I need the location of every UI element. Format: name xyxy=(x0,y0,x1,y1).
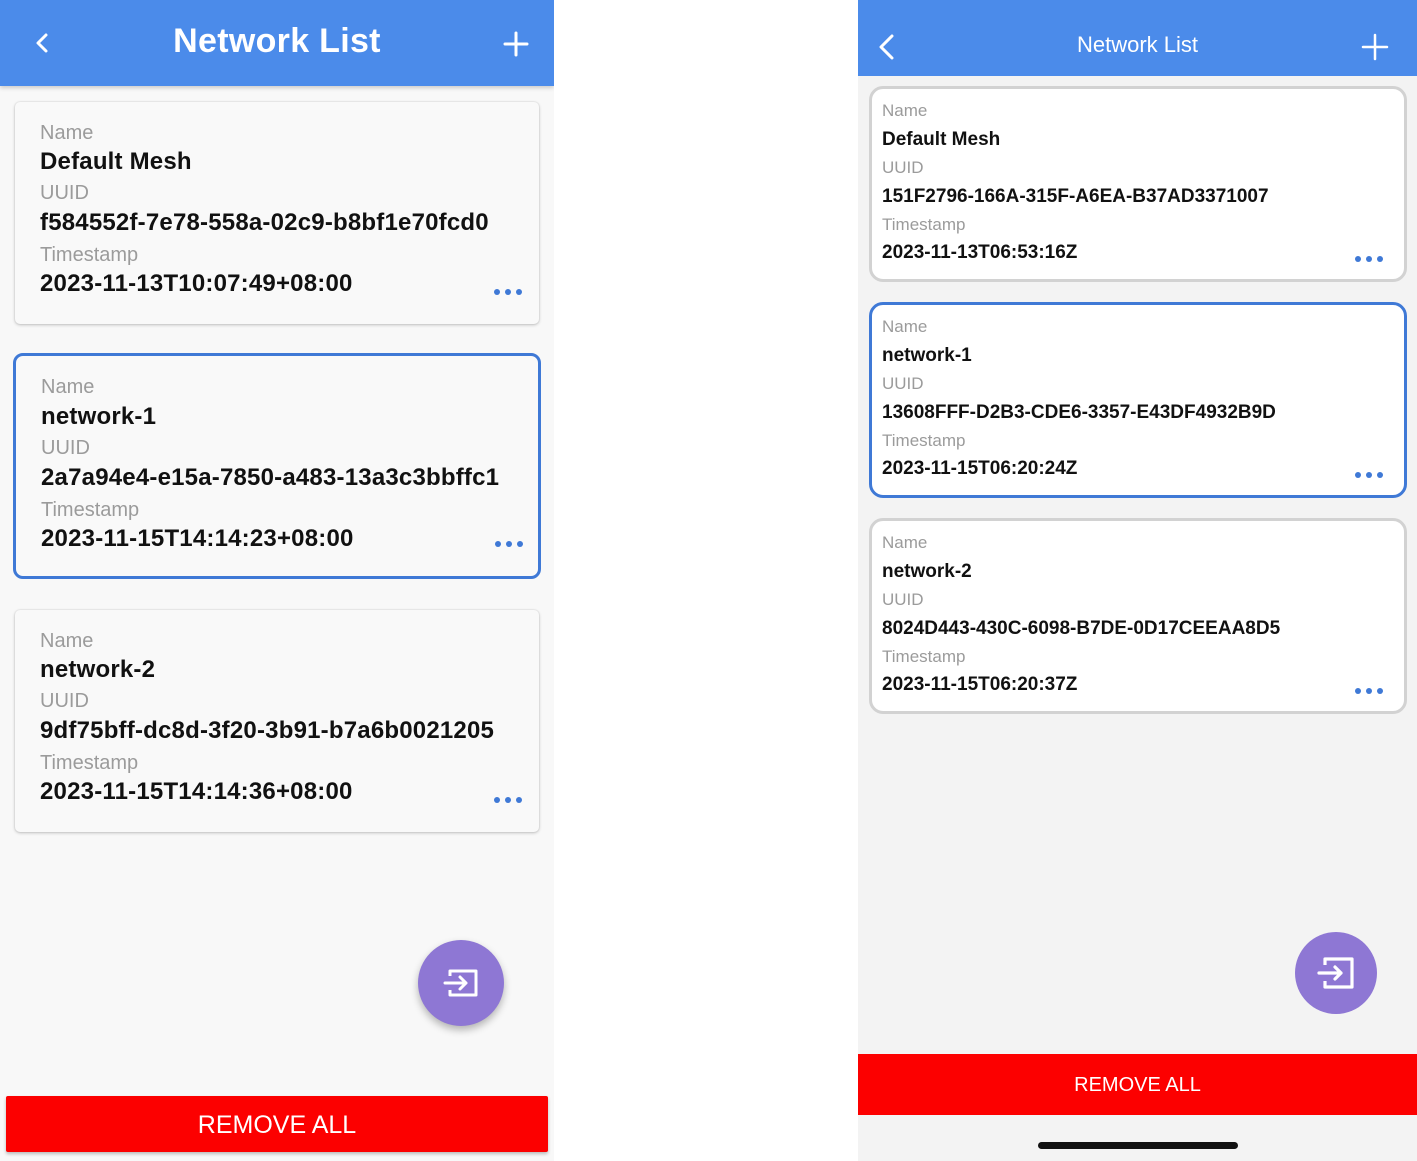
network-card[interactable]: Name network-2 UUID 9df75bff-dc8d-3f20-3… xyxy=(15,610,539,832)
uuid-label: UUID xyxy=(882,374,924,393)
network-timestamp: 2023-11-15T06:20:24Z xyxy=(882,458,1078,479)
network-uuid: 151F2796-166A-315F-A6EA-B37AD3371007 xyxy=(882,186,1269,207)
network-uuid: 2a7a94e4-e15a-7850-a483-13a3c3bbffc1 xyxy=(41,464,500,491)
network-card[interactable]: Name Default Mesh UUID f584552f-7e78-558… xyxy=(15,102,539,324)
network-name: Default Mesh xyxy=(40,148,192,175)
network-timestamp: 2023-11-15T14:14:36+08:00 xyxy=(40,778,353,805)
network-uuid: 8024D443-430C-6098-B7DE-0D17CEEAA8D5 xyxy=(882,618,1281,639)
plus-icon[interactable] xyxy=(1358,30,1392,64)
name-label: Name xyxy=(882,533,928,552)
network-name: network-1 xyxy=(882,345,972,366)
import-button[interactable] xyxy=(1295,932,1377,1014)
page-title: Network List xyxy=(173,22,381,60)
network-timestamp: 2023-11-15T14:14:23+08:00 xyxy=(41,525,354,552)
timestamp-label: Timestamp xyxy=(882,431,966,450)
home-indicator[interactable] xyxy=(1038,1142,1238,1149)
name-label: Name xyxy=(40,630,94,652)
network-uuid: 9df75bff-dc8d-3f20-3b91-b7a6b0021205 xyxy=(40,717,495,744)
network-name: Default Mesh xyxy=(882,129,1001,150)
timestamp-label: Timestamp xyxy=(40,752,139,774)
name-label: Name xyxy=(882,101,928,120)
timestamp-label: Timestamp xyxy=(40,244,139,266)
uuid-label: UUID xyxy=(882,158,924,177)
more-options-icon[interactable] xyxy=(494,537,524,551)
more-options-icon[interactable] xyxy=(1354,468,1384,482)
remove-all-button[interactable]: REMOVE ALL xyxy=(6,1096,548,1152)
network-uuid: 13608FFF-D2B3-CDE6-3357-E43DF4932B9D xyxy=(882,402,1276,423)
network-card-selected[interactable]: Name network-1 UUID 13608FFF-D2B3-CDE6-3… xyxy=(869,302,1407,498)
more-options-icon[interactable] xyxy=(493,793,523,807)
network-timestamp: 2023-11-13T06:53:16Z xyxy=(882,242,1078,263)
network-name: network-2 xyxy=(40,656,156,683)
more-options-icon[interactable] xyxy=(1354,252,1384,266)
name-label: Name xyxy=(40,122,94,144)
network-name: network-2 xyxy=(882,561,972,582)
name-label: Name xyxy=(41,376,95,398)
app-bar: Network List xyxy=(0,0,554,86)
timestamp-label: Timestamp xyxy=(882,215,966,234)
uuid-label: UUID xyxy=(40,690,89,712)
import-button[interactable] xyxy=(418,940,504,1026)
nav-bar: Network List xyxy=(858,0,1417,76)
page-title: Network List xyxy=(1076,32,1199,57)
network-timestamp: 2023-11-15T06:20:37Z xyxy=(882,674,1078,695)
network-timestamp: 2023-11-13T10:07:49+08:00 xyxy=(40,270,353,297)
network-uuid: f584552f-7e78-558a-02c9-b8bf1e70fcd0 xyxy=(40,209,489,236)
uuid-label: UUID xyxy=(882,590,924,609)
network-card-selected[interactable]: Name network-1 UUID 2a7a94e4-e15a-7850-a… xyxy=(13,353,541,579)
network-name: network-1 xyxy=(41,403,157,430)
ios-screen: Network List Name Default Mesh UUID 151F… xyxy=(858,0,1417,1161)
timestamp-label: Timestamp xyxy=(41,499,140,521)
network-card[interactable]: Name Default Mesh UUID 151F2796-166A-315… xyxy=(869,86,1407,282)
uuid-label: UUID xyxy=(40,182,89,204)
name-label: Name xyxy=(882,317,928,336)
android-screen: Network List Name Default Mesh UUID f584… xyxy=(0,0,554,1161)
remove-all-button[interactable]: REMOVE ALL xyxy=(858,1054,1417,1115)
more-options-icon[interactable] xyxy=(1354,684,1384,698)
more-options-icon[interactable] xyxy=(493,285,523,299)
network-card[interactable]: Name network-2 UUID 8024D443-430C-6098-B… xyxy=(869,518,1407,714)
uuid-label: UUID xyxy=(41,437,90,459)
plus-icon[interactable] xyxy=(500,28,532,60)
timestamp-label: Timestamp xyxy=(882,647,966,666)
